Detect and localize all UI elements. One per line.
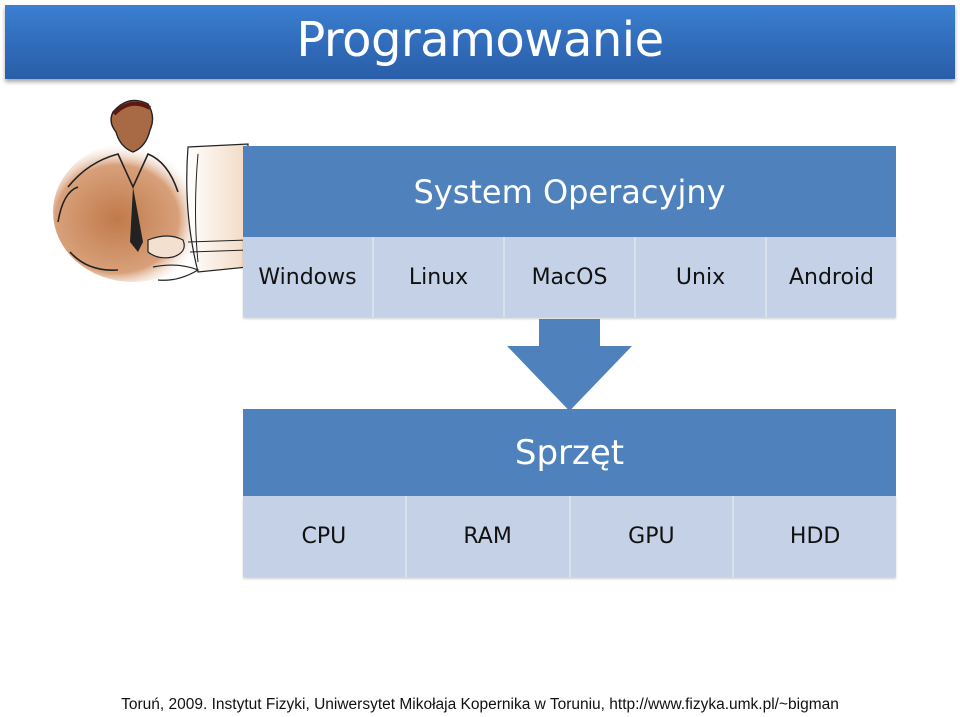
hardware-items-row: CPU RAM GPU HDD bbox=[243, 496, 896, 577]
hardware-header: Sprzęt bbox=[243, 409, 896, 496]
hardware-item-gpu: GPU bbox=[568, 496, 733, 577]
hardware-item-hdd: HDD bbox=[732, 496, 896, 577]
hardware-block: Sprzęt CPU RAM GPU HDD bbox=[243, 409, 896, 577]
os-item-macos: MacOS bbox=[503, 237, 634, 317]
hardware-item-ram: RAM bbox=[404, 496, 569, 577]
os-item-linux: Linux bbox=[372, 237, 503, 317]
slide-title-bar: Programowanie bbox=[5, 5, 955, 79]
operating-system-block: System Operacyjny Windows Linux MacOS Un… bbox=[243, 146, 896, 317]
os-header: System Operacyjny bbox=[243, 146, 896, 237]
slide-footer: Toruń, 2009. Instytut Fizyki, Uniwersyte… bbox=[121, 696, 839, 713]
man-at-computer-icon bbox=[53, 99, 249, 282]
slide-title: Programowanie bbox=[296, 12, 664, 68]
hardware-item-cpu: CPU bbox=[301, 524, 347, 549]
down-arrow-icon bbox=[507, 319, 632, 411]
os-items-row: Windows Linux MacOS Unix Android bbox=[243, 237, 896, 317]
os-item-android: Android bbox=[765, 237, 896, 317]
os-item-unix: Unix bbox=[634, 237, 765, 317]
os-item-windows: Windows bbox=[258, 264, 357, 290]
